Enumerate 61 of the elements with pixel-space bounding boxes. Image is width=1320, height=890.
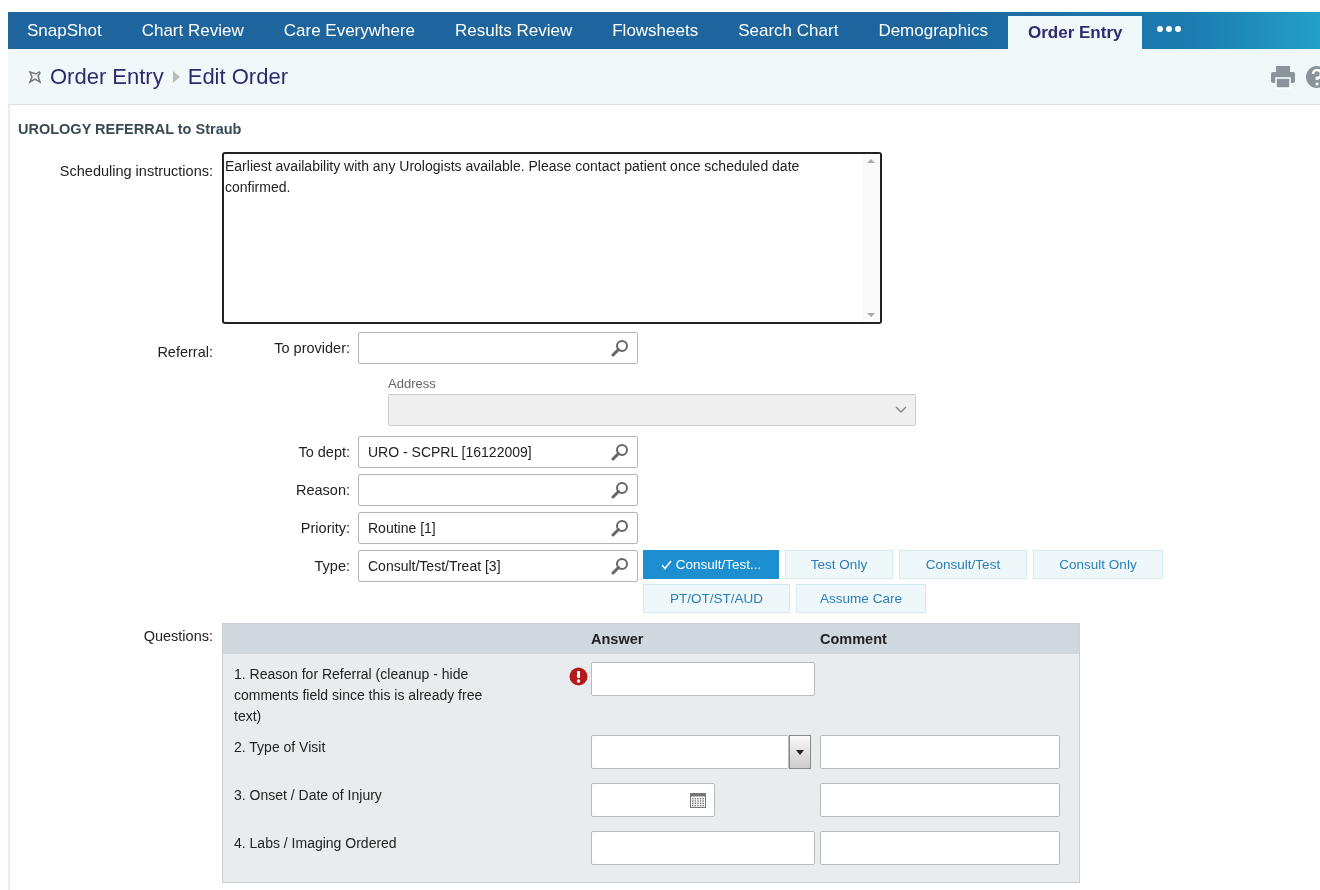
lookup-field[interactable]: Routine [1]: [358, 512, 638, 544]
search-icon[interactable]: [611, 443, 629, 461]
field-label: To provider:: [273, 339, 350, 356]
question-text: 2. Type of Visit: [233, 738, 327, 757]
type-option-button[interactable]: PT/OT/ST/AUD: [643, 584, 790, 613]
question-text: 1. Reason for Referral (cleanup - hide comments field since this is already free text): [233, 665, 484, 726]
order-title: UROLOGY REFERRAL to Straub: [17, 120, 243, 137]
column-header: Answer: [591, 631, 645, 647]
field-label: Reason:: [295, 481, 350, 498]
tab[interactable]: Chart Review: [121, 12, 264, 49]
tab[interactable]: Results Review: [435, 12, 593, 49]
lookup-field[interactable]: [358, 332, 638, 364]
tab[interactable]: SnapShot: [8, 12, 122, 49]
help-icon[interactable]: [1304, 64, 1320, 89]
field-label: Priority:: [299, 519, 350, 536]
scrollbar[interactable]: [862, 154, 880, 322]
chevron-icon: [171, 70, 180, 83]
tab[interactable]: Search Chart: [718, 12, 859, 49]
calendar-icon[interactable]: [690, 792, 706, 808]
caret-icon: [796, 749, 804, 755]
type-option-button[interactable]: Consult Only: [1033, 550, 1163, 579]
field-label: Questions:: [142, 627, 214, 646]
type-option-button[interactable]: Consult/Test: [899, 550, 1027, 579]
lookup-field[interactable]: Consult/Test/Treat [3]: [358, 550, 638, 582]
tab[interactable]: Care Everywhere: [263, 12, 436, 49]
lookup-field[interactable]: URO - SCPRL [16122009]: [358, 436, 638, 468]
type-option-button[interactable]: Consult/Test...: [643, 550, 779, 579]
type-option-button[interactable]: Test Only: [785, 550, 893, 579]
comment-field[interactable]: [820, 735, 1060, 769]
search-icon[interactable]: [611, 481, 629, 499]
breadcrumb-current: Edit Order: [187, 63, 288, 90]
date-field[interactable]: [591, 783, 715, 817]
scroll-down-icon[interactable]: [867, 312, 875, 318]
field-label: To dept:: [297, 443, 350, 460]
question-text: 3. Onset / Date of Injury: [233, 786, 383, 805]
chevron-down-icon: [895, 406, 907, 414]
tab[interactable]: Demographics: [858, 12, 1008, 49]
type-option-button[interactable]: Assume Care: [796, 584, 926, 613]
field-label: Scheduling instructions:: [58, 162, 214, 181]
more-icon[interactable]: [1156, 25, 1183, 33]
answer-field[interactable]: [591, 831, 815, 865]
field-label: Type:: [313, 557, 350, 574]
field-label: Referral:: [156, 343, 214, 362]
comment-field[interactable]: [820, 831, 1060, 865]
search-icon[interactable]: [611, 557, 629, 575]
lookup-field[interactable]: [358, 474, 638, 506]
tab[interactable]: Flowsheets: [592, 12, 719, 49]
scheduling-textarea[interactable]: Earliest availability with any Urologists available. Please contact patient once scheduled date confirmed.: [222, 152, 882, 324]
question-text: 4. Labs / Imaging Ordered: [233, 834, 398, 853]
search-icon[interactable]: [611, 339, 629, 357]
answer-field[interactable]: [591, 662, 815, 696]
address-label: Address: [388, 375, 437, 393]
comment-field[interactable]: [820, 783, 1060, 817]
dropdown-button[interactable]: [789, 735, 811, 769]
tab[interactable]: Order Entry: [1008, 16, 1143, 49]
check-icon: [660, 559, 672, 570]
column-header: Comment: [820, 631, 887, 647]
scroll-up-icon[interactable]: [867, 158, 875, 164]
search-icon[interactable]: [611, 519, 629, 537]
print-icon[interactable]: [1270, 64, 1296, 89]
breadcrumb-link[interactable]: Order Entry: [50, 63, 164, 90]
